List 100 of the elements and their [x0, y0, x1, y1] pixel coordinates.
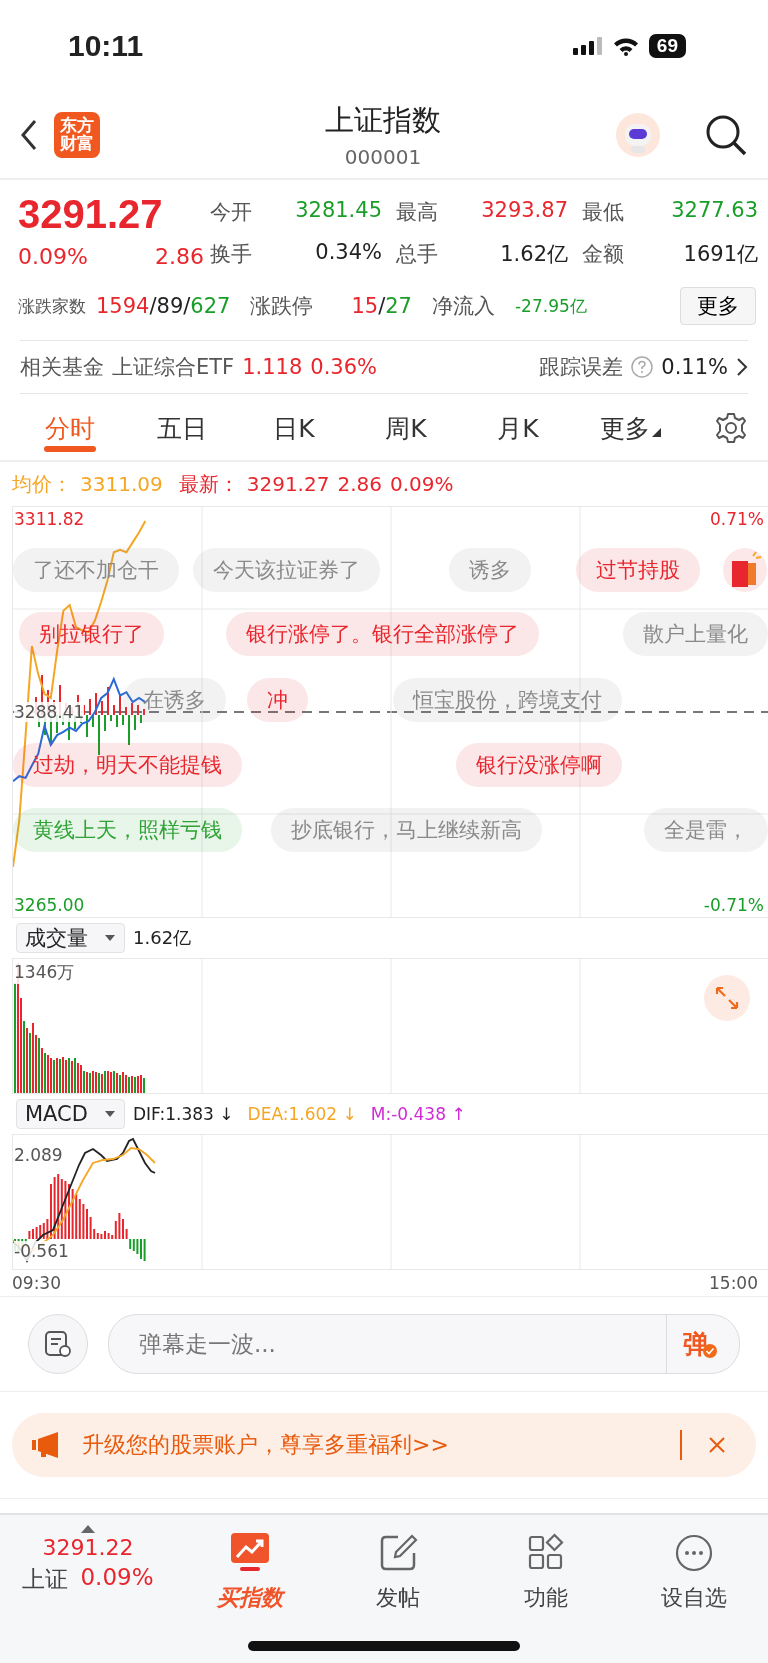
settings-icon[interactable] [714, 411, 748, 445]
caret-up-icon[interactable] [81, 1525, 95, 1533]
search-icon[interactable] [704, 113, 748, 157]
fund-change: 0.36% [310, 355, 378, 379]
axis-label: 1346万 [14, 961, 75, 984]
index-change[interactable]: 0.09% [80, 1564, 154, 1595]
page-title: 上证指数 [325, 102, 441, 139]
wifi-icon [612, 36, 639, 56]
average-price: 3311.09 [80, 472, 163, 496]
stat-label: 最高 [396, 199, 439, 226]
current-price: 3291.27 [18, 191, 164, 238]
chart-tab[interactable]: 五日 [126, 396, 238, 460]
comment-bubble[interactable]: 冲 [247, 678, 308, 722]
net-flow-value: -27.95亿 [515, 294, 587, 318]
robot-icon[interactable] [616, 113, 660, 157]
expand-icon[interactable] [714, 985, 740, 1011]
comment-bubble[interactable]: 抄底银行，马上继续新高 [271, 808, 542, 852]
fund-price: 1.118 [242, 355, 303, 379]
stat-label: 总手 [396, 241, 439, 268]
stat-value: 0.34% [314, 240, 382, 266]
stat-label: 今开 [210, 199, 253, 226]
chart-tab[interactable]: 月K [462, 396, 574, 460]
time-label: 15:00 [709, 1273, 758, 1293]
tracking-error-value: 0.11% [661, 355, 728, 379]
change-amount: 2.86 [155, 244, 204, 269]
breadth-value: 89 [156, 294, 184, 318]
comment-bubble[interactable]: 过劫，明天不能提钱 [13, 743, 242, 787]
close-icon[interactable] [708, 1436, 726, 1454]
latest-price: 3291.27 [246, 472, 330, 496]
comment-bubble[interactable]: 银行没涨停啊 [456, 743, 622, 787]
axis-label: -0.561 [14, 1241, 69, 1261]
net-flow-label: 净流入 [432, 293, 495, 320]
fund-label: 相关基金 [20, 354, 104, 381]
limit-value: 27 [385, 294, 412, 318]
stat-label: 最低 [582, 199, 625, 226]
dif-value: DIF:1.383 ↓ [132, 1104, 234, 1124]
index-price[interactable]: 3291.22 [42, 1535, 134, 1560]
stat-value: 3281.45 [294, 198, 382, 224]
stat-value: 3293.87 [480, 198, 568, 224]
caret-icon[interactable] [651, 428, 661, 437]
latest-price-label: 最新： [178, 470, 239, 498]
limit-label: 涨跌停 [250, 293, 314, 320]
comment-bubble[interactable]: 今天该拉证券了 [193, 548, 380, 592]
battery-indicator: 69 [648, 34, 686, 58]
app-logo[interactable]: 东方 财富 [54, 112, 100, 158]
dropdown-caret-icon[interactable] [103, 1110, 116, 1118]
comment-input[interactable]: 弹幕走一波... 弹 [108, 1314, 740, 1374]
latest-change: 2.86 [337, 472, 382, 496]
fund-name[interactable]: 上证综合ETF [112, 353, 235, 381]
comment-bubble[interactable]: 全是雷， [644, 808, 768, 852]
breadth-value: / [149, 294, 157, 318]
stat-value: 1.62亿 [499, 241, 568, 268]
breadth-label: 涨跌家数 [18, 294, 86, 318]
stat-value: 3277.63 [670, 198, 758, 224]
breadth-value: / [183, 294, 191, 318]
index-name[interactable]: 上证 [22, 1564, 69, 1595]
latest-percent: 0.09% [389, 472, 454, 496]
breadth-value: 627 [190, 294, 231, 318]
send-comment-button[interactable]: 弹 [666, 1315, 739, 1373]
breadth-value: 1594 [96, 294, 150, 318]
chart-tab[interactable]: 分时 [14, 396, 126, 460]
indicator-dropdown[interactable]: 成交量 [16, 923, 125, 953]
change-percent: 0.09% [18, 244, 88, 269]
nav-item[interactable]: 功能 [472, 1525, 620, 1613]
chevron-right-icon[interactable] [736, 356, 748, 378]
chart-tab[interactable]: 周K [350, 396, 462, 460]
comment-bubble[interactable]: 诱多 [449, 548, 531, 592]
total-volume: 1.62亿 [133, 926, 192, 950]
stat-label: 金额 [582, 241, 625, 268]
expand-button[interactable] [704, 975, 750, 1021]
average-price-label: 均价： [12, 470, 72, 498]
stock-code: 000001 [344, 145, 422, 169]
time-label: 09:30 [12, 1273, 61, 1293]
comment-bubble[interactable]: 在诱多 [123, 678, 226, 722]
limit-value: / [378, 294, 386, 318]
back-icon[interactable] [20, 119, 38, 151]
comment-bubble[interactable]: 银行涨停了。银行全部涨停了 [226, 612, 539, 656]
nav-item[interactable]: 发帖 [324, 1525, 472, 1613]
comment-bubble[interactable]: 过节持股 [576, 548, 700, 592]
comment-bubble[interactable]: 恒宝股份，跨境支付 [393, 678, 622, 722]
stat-label: 换手 [210, 241, 253, 268]
more-menu-tab[interactable]: 更多 [574, 396, 686, 460]
limit-value: 15 [351, 294, 379, 318]
status-time: 10:11 [68, 29, 144, 63]
chart-tab[interactable]: 日K [238, 396, 350, 460]
signal-icon [572, 37, 603, 55]
document-icon[interactable] [43, 1329, 73, 1359]
nav-item[interactable]: 买指数 [176, 1525, 324, 1613]
firecracker-icon[interactable] [723, 548, 767, 592]
dropdown-caret-icon[interactable] [104, 934, 116, 942]
comment-bubble[interactable]: 散户上量化 [623, 612, 768, 656]
nav-item[interactable]: 设自选 [620, 1525, 768, 1613]
tracking-error-label: 跟踪误差 [539, 354, 624, 381]
more-button[interactable]: 更多 [680, 287, 756, 325]
stat-value: 1691亿 [682, 241, 758, 268]
indicator-dropdown[interactable]: MACD [16, 1099, 125, 1129]
macd-value: M:-0.438 ↑ [370, 1104, 466, 1124]
axis-label: 3288.41 [14, 701, 85, 722]
dea-value: DEA:1.602 ↓ [247, 1104, 357, 1124]
comment-bubble[interactable]: 黄线上天，照样亏钱 [13, 808, 242, 852]
